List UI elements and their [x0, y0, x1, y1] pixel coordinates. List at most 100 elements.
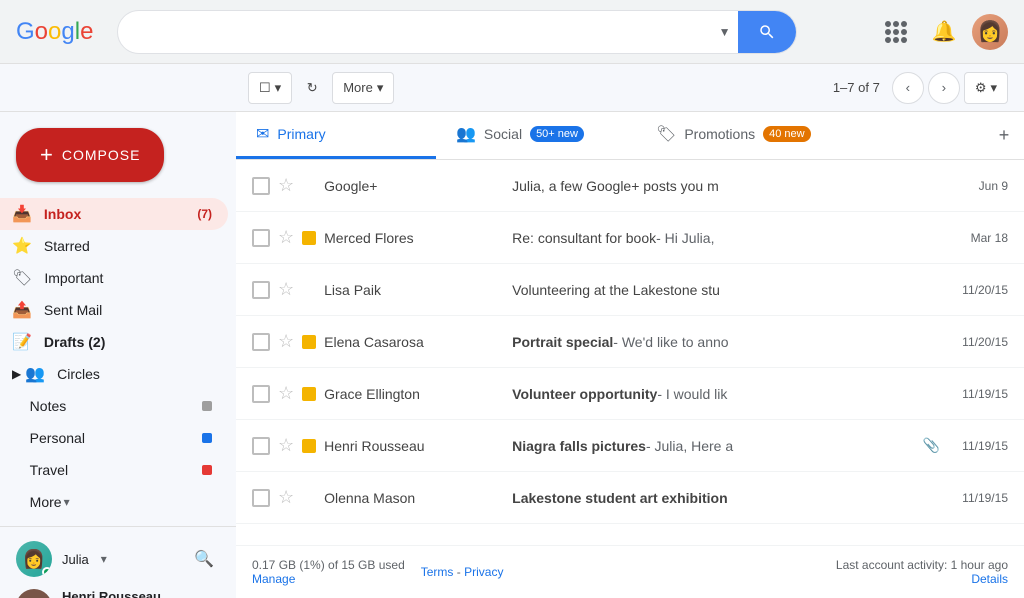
notes-label: Notes	[30, 398, 67, 414]
search-input[interactable]	[118, 23, 710, 41]
social-tab-icon: 👥	[456, 124, 476, 144]
details-link[interactable]: Details	[971, 572, 1008, 586]
email-row[interactable]: ☆ Merced Flores Re: consultant for book-…	[236, 212, 1024, 264]
circles-arrow-icon: ▶	[12, 367, 21, 381]
henri-name: Henri Rousseau	[62, 589, 220, 598]
search-icon	[758, 23, 776, 41]
footer-right: Last account activity: 1 hour ago Detail…	[836, 558, 1008, 586]
julia-avatar: 👩	[16, 541, 52, 577]
more-label: More	[343, 80, 373, 95]
email-subject-4: Portrait special- We'd like to anno	[512, 334, 940, 350]
email-checkbox-5[interactable]	[252, 385, 270, 403]
activity-info: Last account activity: 1 hour ago	[836, 558, 1008, 572]
sidebar-item-inbox[interactable]: 📥 Inbox (7)	[0, 198, 228, 230]
promotions-tab-label: Promotions	[684, 126, 755, 142]
prev-icon: ‹	[906, 80, 910, 95]
select-dropdown-icon: ▾	[275, 80, 282, 96]
header: Google ▼ 🔔 👩	[0, 0, 1024, 64]
important-label: Important	[44, 270, 103, 286]
email-star-5[interactable]: ☆	[278, 383, 294, 404]
tab-primary[interactable]: ✉ Primary	[236, 112, 436, 159]
sidebar-item-important[interactable]: 🏷 Important	[0, 262, 228, 294]
circles-icon: 👥	[25, 364, 45, 384]
bell-icon: 🔔	[932, 19, 957, 44]
julia-dropdown-icon[interactable]: ▾	[101, 552, 107, 566]
email-star-7[interactable]: ☆	[278, 487, 294, 508]
sidebar-item-notes[interactable]: ▪ Notes	[0, 390, 228, 422]
more-nav-label: More	[30, 494, 62, 510]
email-date-2: Mar 18	[948, 231, 1008, 245]
search-button[interactable]	[738, 11, 796, 53]
header-right: 🔔 👩	[876, 12, 1008, 52]
sidebar-item-circles[interactable]: ▶ 👥 Circles	[0, 358, 228, 390]
sidebar-item-personal[interactable]: ▪ Personal	[0, 422, 228, 454]
search-dropdown-icon[interactable]: ▼	[711, 25, 739, 39]
email-star-4[interactable]: ☆	[278, 331, 294, 352]
tab-social[interactable]: 👥 Social 50+ new	[436, 112, 636, 159]
email-row[interactable]: ☆ Google+ Julia, a few Google+ posts you…	[236, 160, 1024, 212]
more-button[interactable]: More ▾	[332, 72, 394, 104]
compose-plus-icon: +	[40, 144, 54, 166]
email-star-1[interactable]: ☆	[278, 175, 294, 196]
email-sender-6: Henri Rousseau	[324, 438, 504, 454]
chat-contact-henri[interactable]: H Henri Rousseau Hi!	[0, 583, 236, 598]
terms-link[interactable]: Terms	[421, 565, 454, 579]
email-checkbox-3[interactable]	[252, 281, 270, 299]
chat-search-icon: 🔍	[194, 549, 214, 569]
tab-promotions[interactable]: 🏷 Promotions 40 new	[636, 112, 836, 159]
starred-label: Starred	[44, 238, 90, 254]
settings-button[interactable]: ⚙ ▾	[964, 72, 1008, 104]
notifications-button[interactable]: 🔔	[924, 12, 964, 52]
email-date-3: 11/20/15	[948, 283, 1008, 297]
apps-button[interactable]	[876, 12, 916, 52]
promotions-tab-icon: 🏷	[656, 124, 676, 144]
email-sender-5: Grace Ellington	[324, 386, 504, 402]
chat-section: 👩 Julia ▾ 🔍 H Henri Rousseau Hi! 👤	[0, 526, 236, 598]
main-content: + COMPOSE 📥 Inbox (7) ⭐ Starred 🏷 Import…	[0, 112, 1024, 598]
next-page-button[interactable]: ›	[928, 72, 960, 104]
sidebar-item-more[interactable]: ▪ More ▾	[0, 486, 228, 518]
email-star-3[interactable]: ☆	[278, 279, 294, 300]
more-nav-arrow-icon: ▾	[64, 495, 70, 509]
more-dropdown-icon: ▾	[377, 80, 384, 96]
chat-search-button[interactable]: 🔍	[188, 543, 220, 575]
email-list: ☆ Google+ Julia, a few Google+ posts you…	[236, 160, 1024, 545]
email-date-6: 11/19/15	[948, 439, 1008, 453]
email-row[interactable]: ☆ Lisa Paik Volunteering at the Lakeston…	[236, 264, 1024, 316]
chat-user-julia[interactable]: 👩 Julia ▾ 🔍	[0, 535, 236, 583]
email-checkbox-6[interactable]	[252, 437, 270, 455]
footer-separator: -	[457, 565, 464, 579]
starred-icon: ⭐	[12, 236, 32, 256]
logo-o2-letter: o	[48, 18, 61, 46]
manage-link[interactable]: Manage	[252, 572, 295, 586]
refresh-button[interactable]: ↻	[296, 72, 328, 104]
henri-avatar: H	[16, 589, 52, 598]
select-button[interactable]: ☐ ▾	[248, 72, 292, 104]
sidebar-item-travel[interactable]: ▪ Travel	[0, 454, 228, 486]
email-star-2[interactable]: ☆	[278, 227, 294, 248]
google-logo: Google	[16, 18, 93, 46]
compose-button[interactable]: + COMPOSE	[16, 128, 164, 182]
sidebar-item-sent[interactable]: 📤 Sent Mail	[0, 294, 228, 326]
email-row[interactable]: ☆ Olenna Mason Lakestone student art exh…	[236, 472, 1024, 524]
email-subject-7: Lakestone student art exhibition	[512, 490, 940, 506]
email-checkbox-2[interactable]	[252, 229, 270, 247]
primary-tab-icon: ✉	[256, 124, 269, 144]
email-checkbox-4[interactable]	[252, 333, 270, 351]
sidebar-item-drafts[interactable]: 📝 Drafts (2)	[0, 326, 228, 358]
email-checkbox-1[interactable]	[252, 177, 270, 195]
online-indicator	[42, 567, 52, 577]
sidebar-item-starred[interactable]: ⭐ Starred	[0, 230, 228, 262]
add-tab-button[interactable]: +	[984, 112, 1024, 159]
user-avatar[interactable]: 👩	[972, 14, 1008, 50]
prev-page-button[interactable]: ‹	[892, 72, 924, 104]
email-date-1: Jun 9	[948, 179, 1008, 193]
email-row[interactable]: ☆ Grace Ellington Volunteer opportunity-…	[236, 368, 1024, 420]
social-tab-label: Social	[484, 126, 522, 142]
email-row[interactable]: ☆ Henri Rousseau Niagra falls pictures- …	[236, 420, 1024, 472]
email-checkbox-7[interactable]	[252, 489, 270, 507]
email-star-6[interactable]: ☆	[278, 435, 294, 456]
email-row[interactable]: ☆ Elena Casarosa Portrait special- We'd …	[236, 316, 1024, 368]
email-sender-7: Olenna Mason	[324, 490, 504, 506]
privacy-link[interactable]: Privacy	[464, 565, 503, 579]
